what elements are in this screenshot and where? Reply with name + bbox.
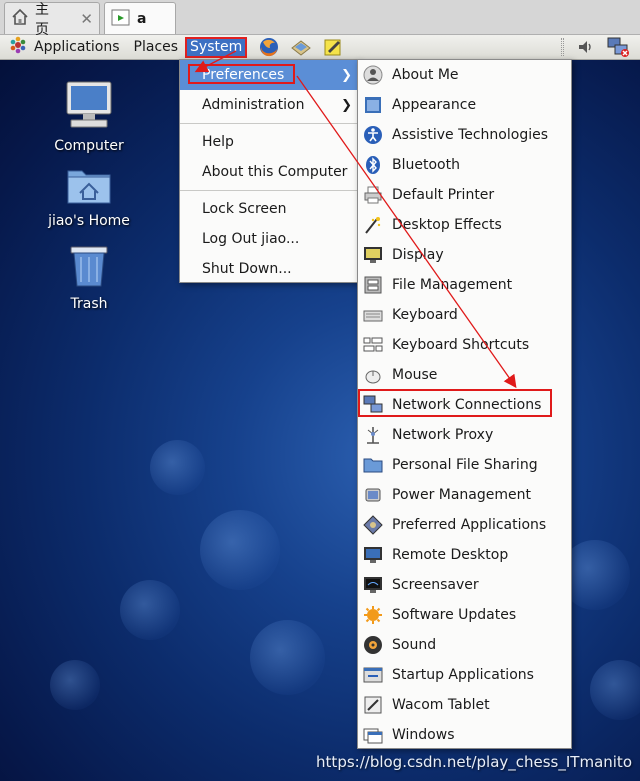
- annotation-arrow-to-preferences: [194, 50, 237, 73]
- annotation-arrow-to-network: [296, 75, 517, 389]
- watermark-text: https://blog.csdn.net/play_chess_ITmanit…: [316, 753, 632, 771]
- annotation-arrows: [194, 50, 517, 389]
